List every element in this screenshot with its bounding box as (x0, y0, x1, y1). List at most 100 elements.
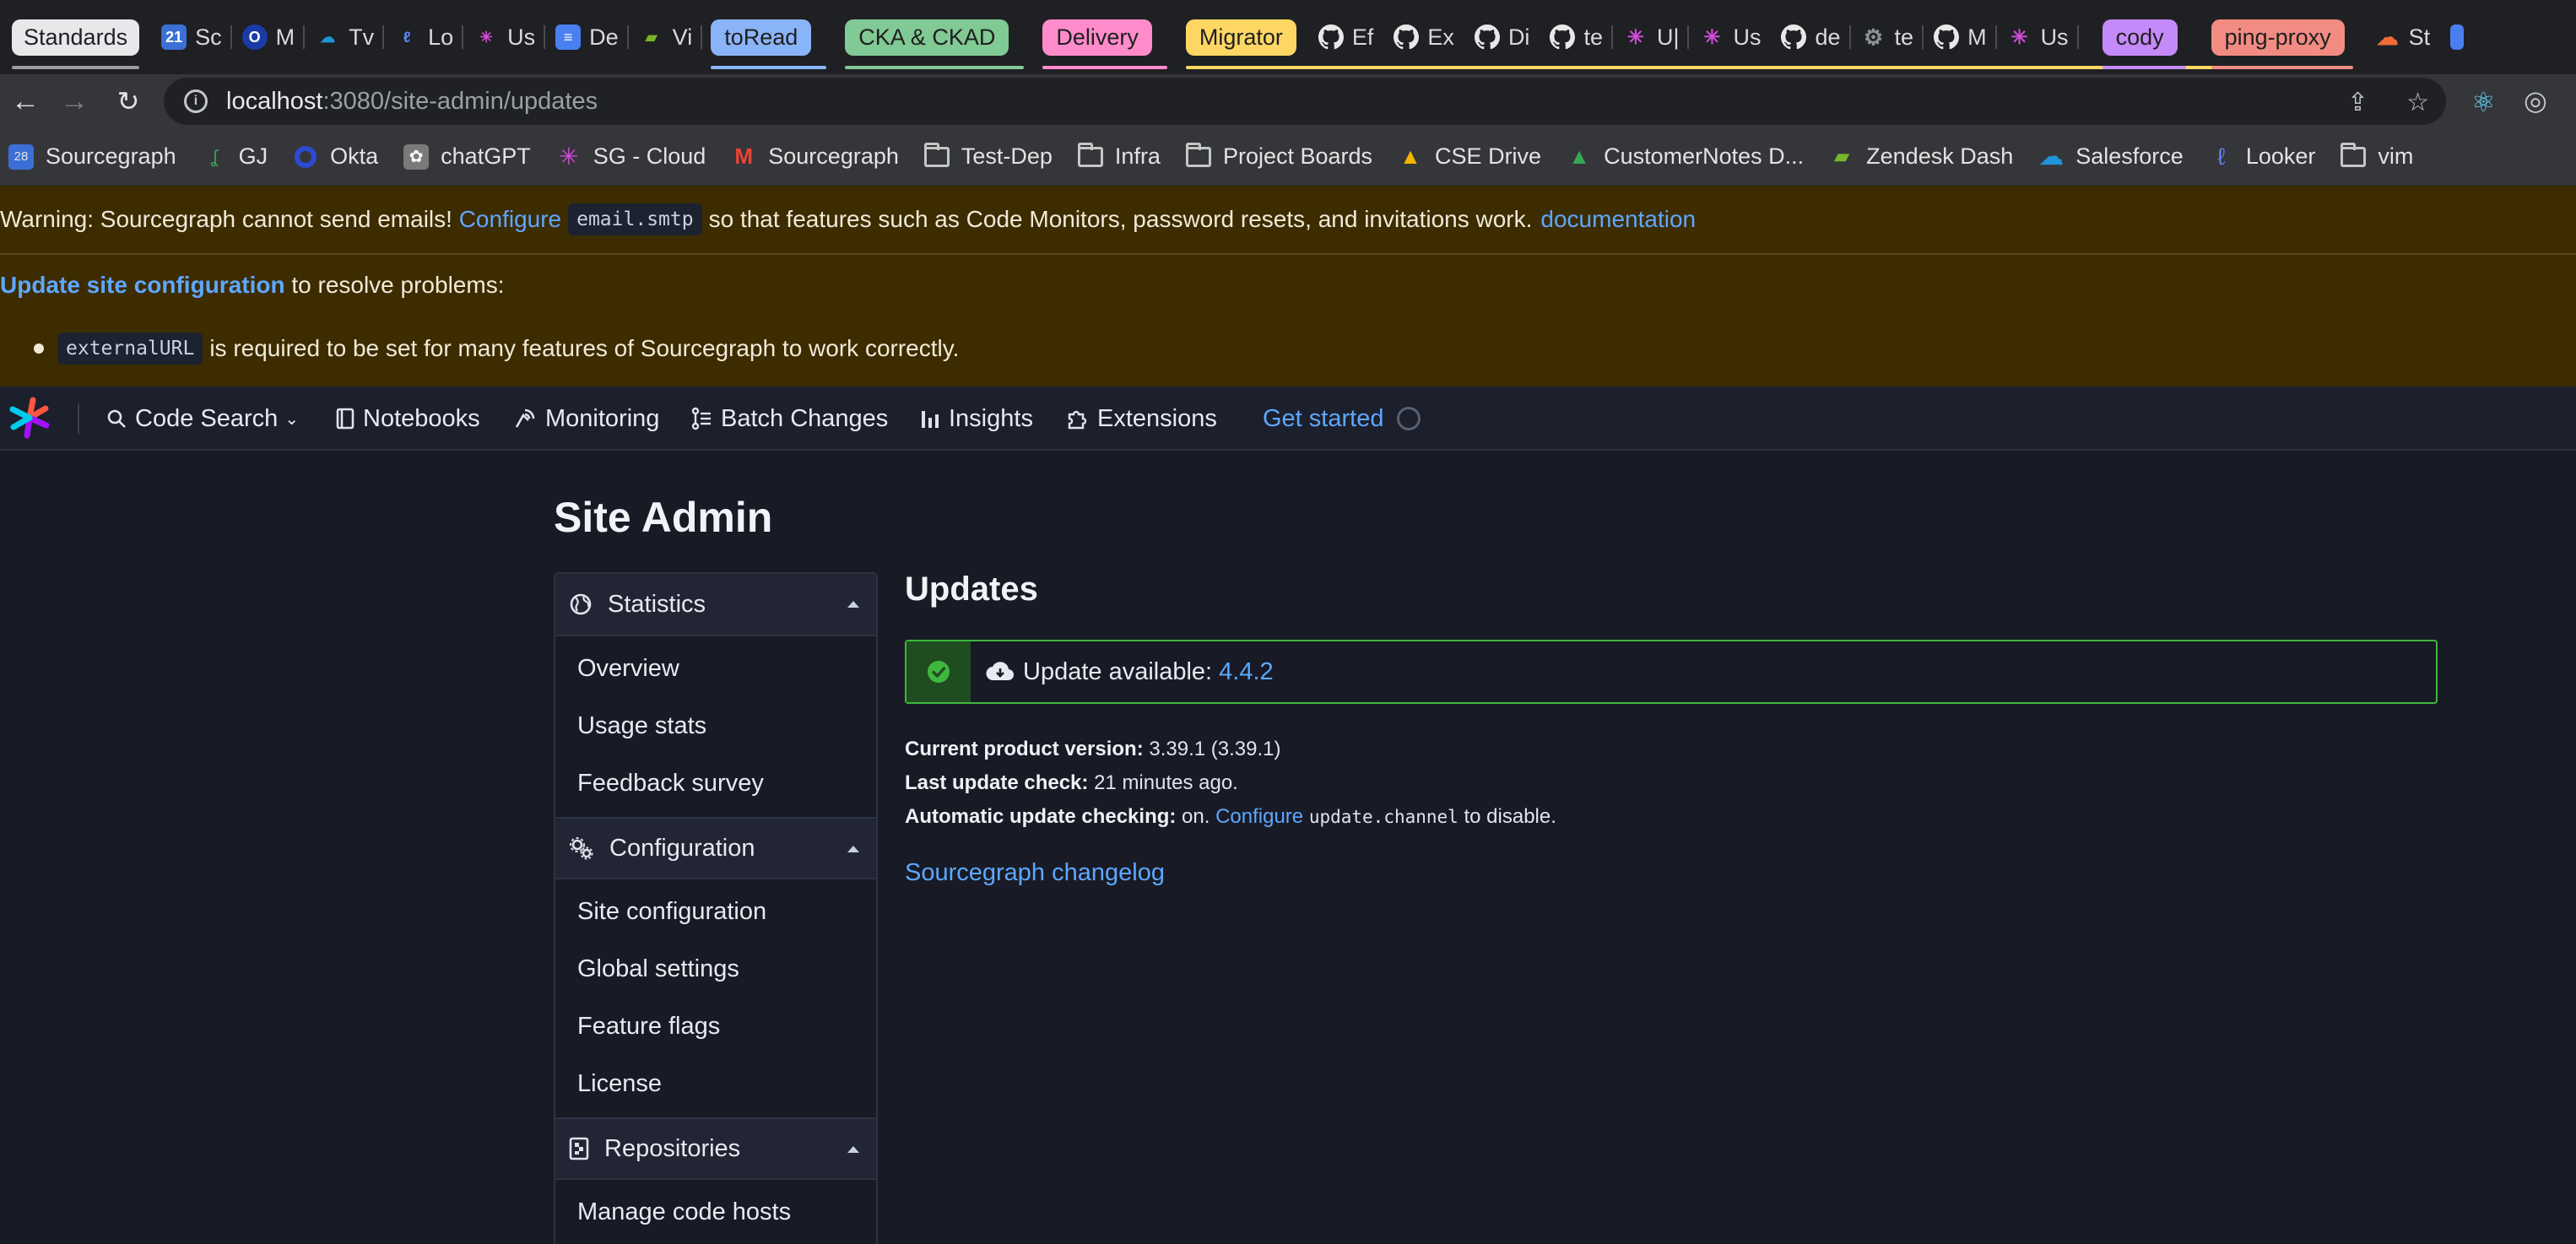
browser-tab[interactable]: ⚙ te (1851, 0, 1924, 74)
gmail-icon: M (734, 143, 754, 169)
puzzle-icon (1065, 407, 1089, 430)
bookmark-salesforce[interactable]: ☁ Salesforce (2038, 143, 2184, 170)
nav-monitoring[interactable]: Monitoring (513, 387, 659, 451)
folder-icon (1077, 142, 1103, 170)
folder-icon (1185, 142, 1211, 170)
sidebar-section-statistics[interactable]: Statistics (555, 574, 876, 636)
browser-tab-label: Sc (195, 24, 222, 50)
browser-tab-active[interactable]: Standards (12, 0, 140, 74)
sidebar-section-repositories[interactable]: Repositories (555, 1117, 876, 1180)
browser-toolbar: ← → ↻ i localhost:3080/site-admin/update… (0, 74, 2576, 128)
browser-tab-label: Vi (672, 24, 693, 50)
url-host: localhost (226, 87, 323, 115)
share-icon[interactable]: ⇪ (2347, 88, 2368, 117)
browser-tab-label: St (2408, 24, 2431, 50)
browser-tab[interactable]: ▰ Vi (629, 0, 703, 74)
browser-tab[interactable]: ℓ Lo (384, 0, 464, 74)
browser-tab-label: Ex (1427, 24, 1454, 50)
nav-extensions[interactable]: Extensions (1065, 387, 1217, 451)
bookmark-chatgpt[interactable]: ✿ chatGPT (403, 143, 531, 170)
browser-tab[interactable]: ☁ St (2365, 0, 2441, 74)
sourcegraph-changelog-link[interactable]: Sourcegraph changelog (905, 859, 1165, 887)
nav-get-started[interactable]: Get started (1263, 387, 1421, 451)
tab-group-toread[interactable]: toRead (702, 0, 827, 74)
bookmark-gj[interactable]: ʆ GJ (202, 143, 268, 170)
browser-tab[interactable]: Ex (1383, 0, 1464, 74)
tab-group-cka[interactable]: CKA & CKAD (836, 0, 1025, 74)
problem-item: externalURL is required to be set for ma… (34, 333, 959, 365)
bookmark-looker[interactable]: ℓ Looker (2209, 143, 2315, 170)
browser-tab[interactable]: ✳ Us (463, 0, 546, 74)
sidebar-item-global-settings[interactable]: Global settings (555, 940, 876, 998)
bookmark-star-icon[interactable]: ☆ (2406, 88, 2429, 117)
sidebar-item-license[interactable]: License (555, 1055, 876, 1112)
nav-label: Monitoring (545, 404, 660, 432)
bookmark-label: SG - Cloud (593, 143, 706, 169)
bookmark-customernotes[interactable]: ▲ CustomerNotes D... (1567, 143, 1804, 170)
bookmark-sourcegraph-gmail[interactable]: M Sourcegraph (731, 143, 898, 170)
update-version-link[interactable]: 4.4.2 (1219, 658, 1274, 686)
browser-tab[interactable]: M (1924, 0, 1997, 74)
update-site-configuration-link[interactable]: Update site configuration (0, 272, 285, 298)
browser-tab[interactable]: ✳ Us (1689, 0, 1771, 74)
bookmark-folder-test-dep[interactable]: Test-Dep (923, 142, 1053, 170)
nav-notebooks[interactable]: Notebooks (336, 387, 480, 451)
sidebar-item-site-configuration[interactable]: Site configuration (555, 883, 876, 940)
reload-icon[interactable]: ↻ (103, 78, 154, 125)
react-devtools-icon[interactable]: ⚛ (2471, 86, 2496, 118)
back-icon[interactable]: ← (0, 78, 51, 125)
bookmark-sg-cloud[interactable]: ✳ SG - Cloud (556, 143, 706, 170)
bookmark-okta[interactable]: Okta (293, 143, 378, 170)
folder-icon (2341, 142, 2367, 170)
bookmark-sourcegraph-calendar[interactable]: 28 Sourcegraph (8, 143, 176, 170)
browser-tab[interactable]: te (1540, 0, 1613, 74)
browser-tab[interactable]: ≡ De (545, 0, 629, 74)
github-icon (1318, 24, 1344, 50)
configure-link[interactable]: Configure (459, 206, 561, 233)
browser-tab[interactable] (2440, 0, 2482, 74)
tab-group-delivery[interactable]: Delivery (1034, 0, 1167, 74)
tab-group-migrator[interactable]: Migrator (1177, 0, 2233, 74)
bookmark-folder-project-boards[interactable]: Project Boards (1185, 142, 1372, 170)
sidebar-item-manage-code-hosts[interactable]: Manage code hosts (555, 1183, 876, 1241)
bookmark-zendesk[interactable]: ▰ Zendesk Dash (1829, 143, 2013, 170)
address-bar[interactable]: i localhost:3080/site-admin/updates ⇪ ☆ (164, 78, 2446, 125)
bookmark-cse-drive[interactable]: ▲ CSE Drive (1398, 143, 1541, 170)
nav-insights[interactable]: Insights (920, 387, 1033, 451)
cloud-download-icon (986, 661, 1015, 683)
nav-label: Extensions (1097, 404, 1217, 432)
tab-group-ping-proxy[interactable]: ping-proxy (2203, 0, 2353, 74)
sidebar-item-overview[interactable]: Overview (555, 640, 876, 697)
browser-tab[interactable]: ✳ Us (1997, 0, 2079, 74)
documentation-link[interactable]: documentation (1540, 206, 1696, 233)
sidebar-item-usage-stats[interactable]: Usage stats (555, 697, 876, 755)
bookmark-folder-vim[interactable]: vim (2341, 142, 2414, 170)
browser-tab[interactable]: Di (1464, 0, 1540, 74)
browser-tab-label: te (1894, 24, 1914, 50)
browser-tab-label: Di (1507, 24, 1530, 50)
browser-tab[interactable]: O M (232, 0, 306, 74)
sidebar-group-statistics: Overview Usage stats Feedback survey (555, 636, 876, 817)
nav-label: Code Search (135, 404, 279, 432)
tab-group-label: toRead (711, 19, 812, 56)
tab-group-cody[interactable]: cody (2094, 0, 2186, 74)
sidebar-item-feature-flags[interactable]: Feature flags (555, 998, 876, 1055)
bookmark-label: Infra (1114, 143, 1161, 169)
bookmark-label: vim (2378, 143, 2414, 169)
forward-icon[interactable]: → (49, 78, 100, 125)
configure-update-channel-link[interactable]: Configure (1215, 805, 1303, 828)
browser-tab[interactable]: ☁ Tv (305, 0, 385, 74)
sourcegraph-logo-icon[interactable] (8, 397, 51, 439)
nav-code-search[interactable]: Code Search ⌄ (106, 387, 299, 451)
sidebar-item-feedback-survey[interactable]: Feedback survey (555, 755, 876, 812)
browser-tab[interactable]: Ef (1308, 0, 1384, 74)
browser-tab[interactable]: de (1771, 0, 1851, 74)
sidebar-section-configuration[interactable]: Configuration (555, 817, 876, 879)
tab-group-underline (1042, 66, 1167, 69)
extension-icon[interactable]: ◎ (2524, 84, 2547, 116)
browser-tab[interactable]: ✳ U| (1613, 0, 1690, 74)
nav-batch-changes[interactable]: Batch Changes (690, 387, 888, 451)
browser-tab[interactable]: 21 Sc (151, 0, 232, 74)
bookmark-folder-infra[interactable]: Infra (1077, 142, 1161, 170)
site-info-icon[interactable]: i (184, 89, 208, 113)
